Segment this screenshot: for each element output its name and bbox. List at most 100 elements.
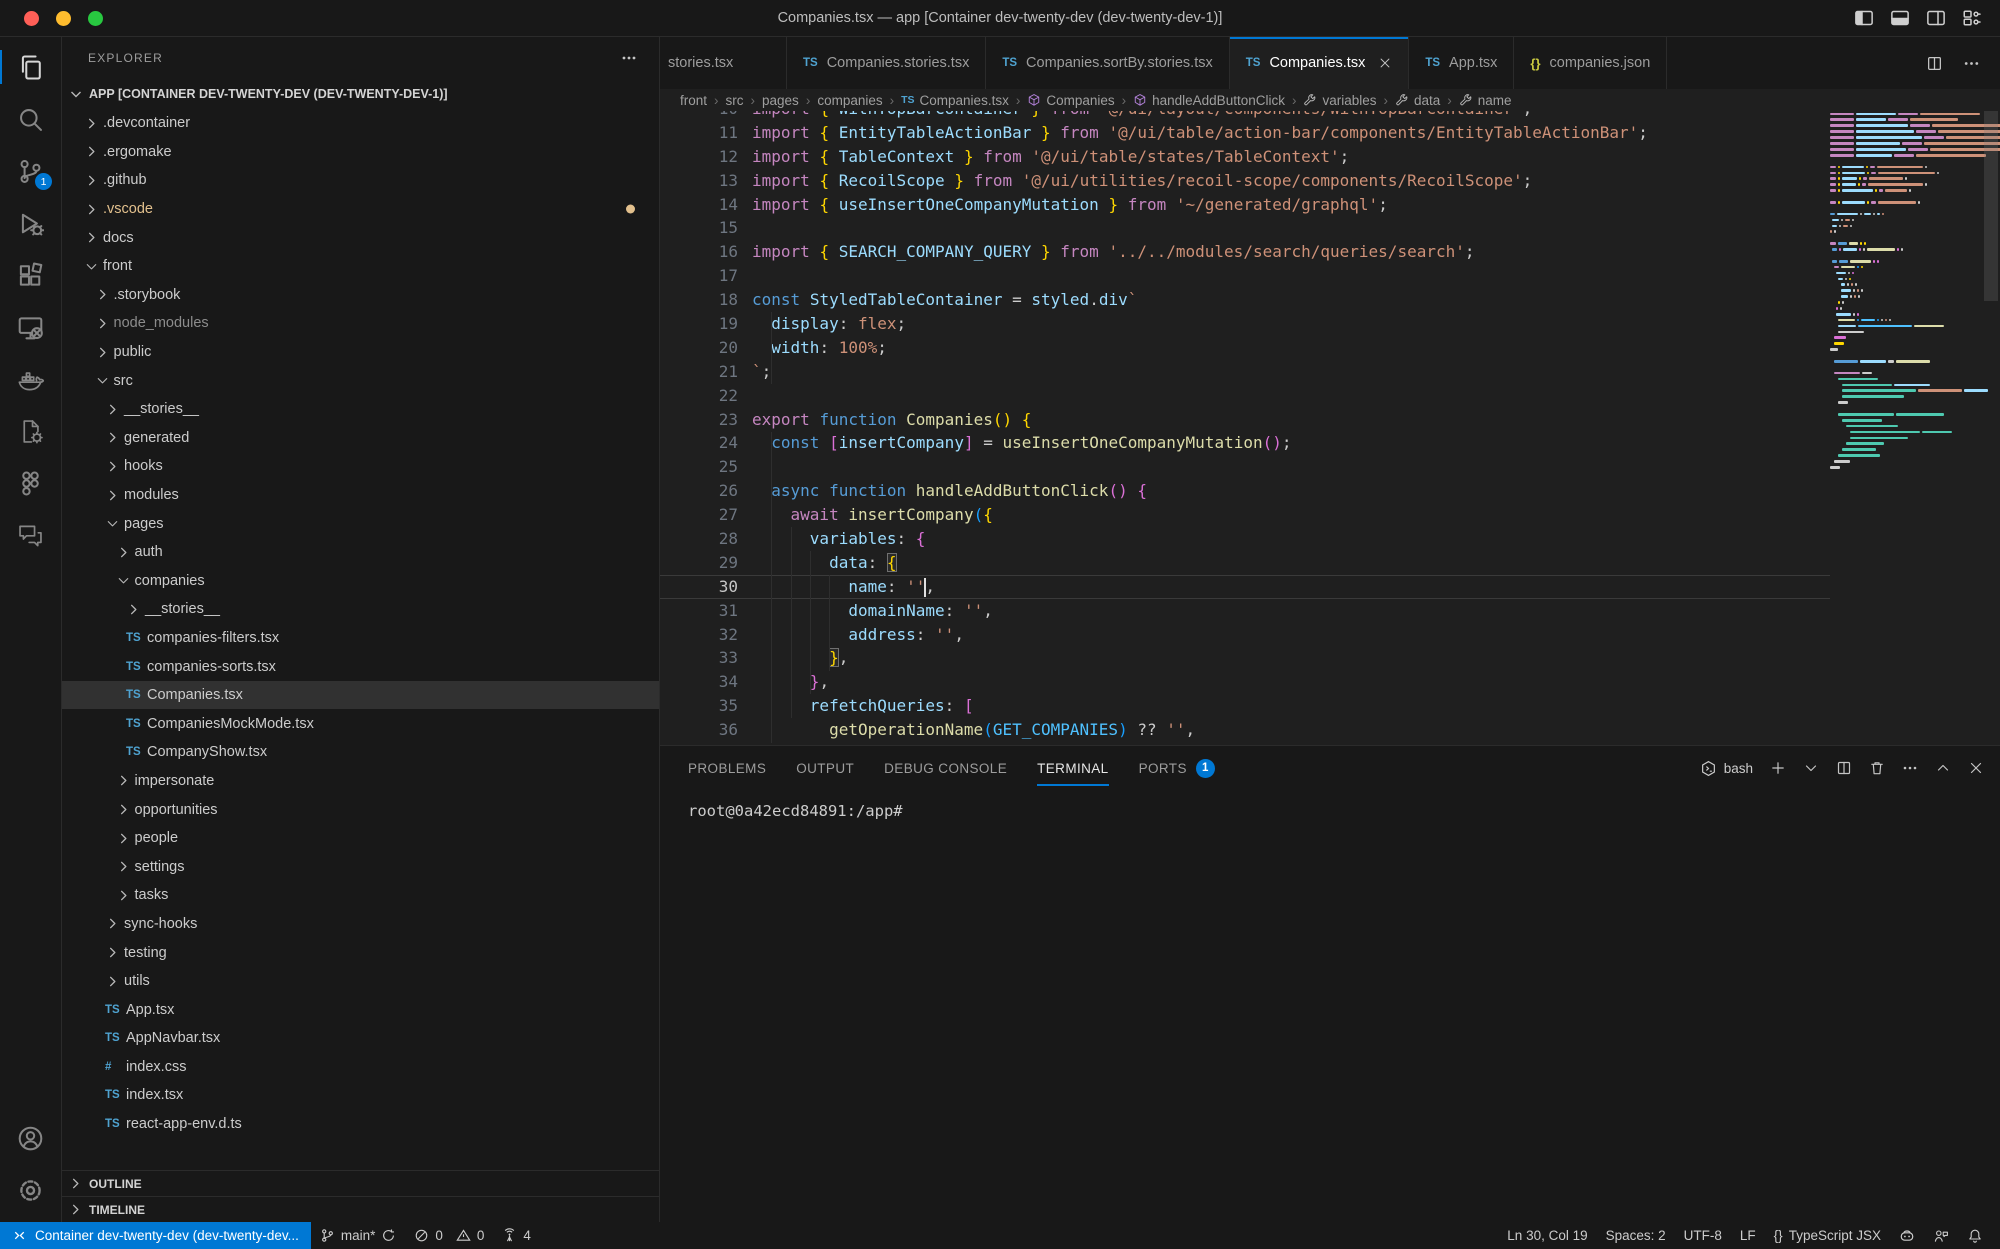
line-number[interactable]: 26	[660, 479, 738, 503]
editor-tab-companies.json[interactable]: {}companies.json	[1514, 37, 1667, 89]
breadcrumb-item-src[interactable]: src	[726, 93, 744, 108]
code-line-29[interactable]: 29 data: {	[660, 551, 1830, 575]
panel-tab-ports[interactable]: PORTS1	[1139, 746, 1215, 790]
panel-more-icon[interactable]	[1902, 760, 1918, 776]
line-number[interactable]: 18	[660, 288, 738, 312]
code-line-24[interactable]: 24 const [insertCompany] = useInsertOneC…	[660, 431, 1830, 455]
code-line-10[interactable]: 10import { WithTopBarContainer } from '@…	[660, 111, 1830, 121]
tree-item-AppNavbar.tsx[interactable]: TSAppNavbar.tsx	[62, 1024, 659, 1053]
line-number[interactable]: 32	[660, 623, 738, 647]
activity-accounts-button[interactable]	[0, 1112, 61, 1164]
line-number[interactable]: 17	[660, 264, 738, 288]
status-encoding[interactable]: UTF-8	[1675, 1222, 1731, 1249]
tree-item-generated[interactable]: generated	[62, 424, 659, 453]
tree-item-.devcontainer[interactable]: .devcontainer	[62, 109, 659, 138]
panel-tab-terminal[interactable]: TERMINAL	[1037, 746, 1108, 790]
tree-item-App.tsx[interactable]: TSApp.tsx	[62, 995, 659, 1024]
line-number[interactable]: 12	[660, 145, 738, 169]
breadcrumb[interactable]: front›src›pages›companies›TSCompanies.ts…	[660, 89, 2000, 111]
close-window-button[interactable]	[24, 11, 39, 26]
line-number[interactable]: 34	[660, 670, 738, 694]
editor-tab-App.tsx[interactable]: TSApp.tsx	[1409, 37, 1514, 89]
activity-source-control-button[interactable]: 1	[0, 145, 61, 197]
tree-item-opportunities[interactable]: opportunities	[62, 795, 659, 824]
line-number[interactable]: 29	[660, 551, 738, 575]
new-terminal-icon[interactable]	[1770, 760, 1786, 776]
status-eol[interactable]: LF	[1731, 1222, 1765, 1249]
code-line-18[interactable]: 18const StyledTableContainer = styled.di…	[660, 288, 1830, 312]
workspace-section-header[interactable]: APP [CONTAINER DEV-TWENTY-DEV (DEV-TWENT…	[62, 79, 659, 109]
code-line-20[interactable]: 20 width: 100%;	[660, 336, 1830, 360]
line-number[interactable]: 15	[660, 216, 738, 240]
code-line-15[interactable]: 15	[660, 216, 1830, 240]
minimap[interactable]	[1830, 111, 1982, 745]
maximize-panel-icon[interactable]	[1935, 760, 1951, 776]
toggle-secondary-sidebar-icon[interactable]	[1926, 8, 1946, 28]
line-number[interactable]: 25	[660, 455, 738, 479]
code-line-30[interactable]: 30 name: '',	[660, 575, 1830, 599]
activity-explorer-button[interactable]	[0, 41, 61, 93]
breadcrumb-item-variables[interactable]: variables	[1303, 93, 1376, 108]
status-notifications[interactable]	[1958, 1222, 1992, 1249]
code-line-21[interactable]: 21`;	[660, 360, 1830, 384]
line-number[interactable]: 21	[660, 360, 738, 384]
tree-item-CompanyShow.tsx[interactable]: TSCompanyShow.tsx	[62, 738, 659, 767]
git-branch-status[interactable]: main*	[311, 1222, 406, 1249]
remote-indicator[interactable]: Container dev-twenty-dev (dev-twenty-dev…	[0, 1222, 311, 1249]
code-line-11[interactable]: 11import { EntityTableActionBar } from '…	[660, 121, 1830, 145]
code-line-16[interactable]: 16import { SEARCH_COMPANY_QUERY } from '…	[660, 240, 1830, 264]
breadcrumb-item-companies[interactable]: companies	[817, 93, 882, 108]
tree-item-settings[interactable]: settings	[62, 852, 659, 881]
panel-tab-output[interactable]: OUTPUT	[796, 746, 854, 790]
code-line-23[interactable]: 23export function Companies() {	[660, 408, 1830, 432]
editor-more-actions-icon[interactable]	[1963, 55, 1980, 72]
code-line-26[interactable]: 26 async function handleAddButtonClick()…	[660, 479, 1830, 503]
code-line-27[interactable]: 27 await insertCompany({	[660, 503, 1830, 527]
status-language-mode[interactable]: {}TypeScript JSX	[1765, 1222, 1890, 1249]
breadcrumb-item-pages[interactable]: pages	[762, 93, 799, 108]
tree-item-sync-hooks[interactable]: sync-hooks	[62, 910, 659, 939]
code-line-25[interactable]: 25	[660, 455, 1830, 479]
activity-settings-button[interactable]	[0, 1164, 61, 1216]
tree-item-utils[interactable]: utils	[62, 967, 659, 996]
breadcrumb-item-front[interactable]: front	[680, 93, 707, 108]
tree-item-companies-sorts.tsx[interactable]: TScompanies-sorts.tsx	[62, 652, 659, 681]
terminal-dropdown-icon[interactable]	[1803, 760, 1819, 776]
activity-search-button[interactable]	[0, 93, 61, 145]
tree-item--stories-[interactable]: __stories__	[62, 595, 659, 624]
toggle-panel-icon[interactable]	[1890, 8, 1910, 28]
code-line-13[interactable]: 13import { RecoilScope } from '@/ui/util…	[660, 169, 1830, 193]
tree-item-impersonate[interactable]: impersonate	[62, 767, 659, 796]
activity-comments-button[interactable]	[0, 509, 61, 561]
code-line-14[interactable]: 14import { useInsertOneCompanyMutation }…	[660, 193, 1830, 217]
tree-item-tasks[interactable]: tasks	[62, 881, 659, 910]
line-number[interactable]: 33	[660, 646, 738, 670]
tree-item-CompaniesMockMode.tsx[interactable]: TSCompaniesMockMode.tsx	[62, 709, 659, 738]
line-number[interactable]: 10	[660, 111, 738, 121]
code-line-12[interactable]: 12import { TableContext } from '@/ui/tab…	[660, 145, 1830, 169]
tree-item-auth[interactable]: auth	[62, 538, 659, 567]
line-number[interactable]: 28	[660, 527, 738, 551]
panel-tab-debug-console[interactable]: DEBUG CONSOLE	[884, 746, 1007, 790]
tree-item-public[interactable]: public	[62, 338, 659, 367]
tree-item-testing[interactable]: testing	[62, 938, 659, 967]
kill-terminal-icon[interactable]	[1869, 760, 1885, 776]
close-panel-icon[interactable]	[1968, 760, 1984, 776]
editor-tab-Companies.sortBy.stories.tsx[interactable]: TSCompanies.sortBy.stories.tsx	[986, 37, 1229, 89]
line-number[interactable]: 22	[660, 384, 738, 408]
explorer-more-actions-icon[interactable]	[621, 50, 637, 66]
tree-item-hooks[interactable]: hooks	[62, 452, 659, 481]
breadcrumb-item-name[interactable]: name	[1459, 93, 1512, 108]
activity-docker-button[interactable]	[0, 353, 61, 405]
zoom-window-button[interactable]	[88, 11, 103, 26]
sidebar-section-timeline[interactable]: TIMELINE	[62, 1196, 659, 1222]
activity-run-debug-button[interactable]	[0, 197, 61, 249]
line-number[interactable]: 31	[660, 599, 738, 623]
panel-tab-problems[interactable]: PROBLEMS	[688, 746, 766, 790]
line-number[interactable]: 27	[660, 503, 738, 527]
tree-item-src[interactable]: src	[62, 366, 659, 395]
line-number[interactable]: 14	[660, 193, 738, 217]
line-number[interactable]: 11	[660, 121, 738, 145]
minimize-window-button[interactable]	[56, 11, 71, 26]
tree-item-docs[interactable]: docs	[62, 223, 659, 252]
